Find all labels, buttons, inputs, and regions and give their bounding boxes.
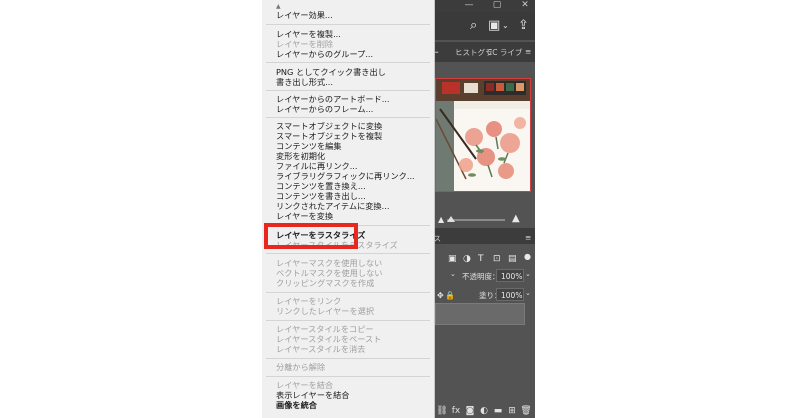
trash-icon[interactable]: 🗑 xyxy=(519,406,533,416)
adjustment-layer-icon[interactable]: ◐ xyxy=(477,406,491,416)
layers-bottom-toolbar: ⛓ fx ◙ ◐ ▬ ⊞ 🗑 xyxy=(435,398,535,416)
add-style-icon[interactable]: fx xyxy=(449,406,463,416)
menu-separator xyxy=(266,376,430,377)
filter-smart-object-icon[interactable]: ▤ xyxy=(508,253,517,266)
filter-toggle-icon[interactable]: ● xyxy=(524,250,531,263)
menu-separator xyxy=(266,358,430,359)
maximize-icon[interactable]: ▢ xyxy=(490,0,504,10)
share-icon[interactable]: ⇪ xyxy=(518,19,529,32)
menu-separator xyxy=(266,62,430,63)
opacity-label: 不透明度： xyxy=(462,272,500,281)
filter-type-icon[interactable]: T xyxy=(478,253,484,266)
zoom-slider-track[interactable] xyxy=(447,219,505,221)
link-layers-icon[interactable]: ⛓ xyxy=(435,406,449,416)
new-layer-icon[interactable]: ⊞ xyxy=(505,406,519,416)
layer-context-menu: ▲ レイヤー効果... レイヤーを複製... レイヤーを削除 レイヤーからのグル… xyxy=(262,0,435,418)
menu-item-group-from-layers[interactable]: レイヤーからのグループ... xyxy=(276,49,373,60)
menu-separator xyxy=(266,90,430,91)
layers-panel-header xyxy=(435,228,535,244)
zoom-slider-thumb[interactable] xyxy=(447,216,455,222)
menu-item-clear-layer-style[interactable]: レイヤースタイルを消去 xyxy=(276,344,365,355)
menu-separator xyxy=(266,117,430,118)
menu-separator xyxy=(266,320,430,321)
lock-position-icon[interactable]: ✥ xyxy=(437,289,444,302)
watercolor-flowers-image xyxy=(436,79,530,191)
add-mask-icon[interactable]: ◙ xyxy=(463,406,477,416)
menu-separator xyxy=(266,24,430,25)
panel-menu-icon[interactable]: ≡ xyxy=(525,47,531,56)
new-group-icon[interactable]: ▬ xyxy=(491,406,505,416)
close-icon[interactable]: ✕ xyxy=(518,0,532,10)
menu-scroll-up-icon[interactable]: ▲ xyxy=(276,3,281,10)
workspace-icon[interactable]: ▣ xyxy=(488,19,500,32)
menu-item-create-clipping-mask[interactable]: クリッピングマスクを作成 xyxy=(276,278,374,289)
menu-item-convert-layer[interactable]: レイヤーを変換 xyxy=(276,211,333,222)
filter-adjustment-icon[interactable]: ◑ xyxy=(463,253,471,266)
menu-item-select-linked-layers[interactable]: リンクしたレイヤーを選択 xyxy=(276,306,374,317)
opacity-field[interactable]: 100% xyxy=(496,269,524,282)
highlight-annotation-box xyxy=(264,223,358,249)
menu-item-export-as[interactable]: 書き出し形式... xyxy=(276,77,333,88)
fill-field[interactable]: 100% xyxy=(496,288,524,301)
filter-shape-icon[interactable]: ⊡ xyxy=(493,253,501,266)
layer-row[interactable] xyxy=(435,303,525,325)
layers-panel-menu-icon[interactable]: ≡ xyxy=(525,233,531,242)
fill-chevron-icon[interactable]: ⌄ xyxy=(525,289,531,297)
menu-separator xyxy=(266,253,430,254)
menu-item-flatten-image[interactable]: 画像を統合 xyxy=(276,400,317,411)
minimize-icon[interactable]: — xyxy=(462,0,476,10)
zoom-out-icon[interactable]: ▲ xyxy=(438,213,444,226)
filter-image-icon[interactable]: ▣ xyxy=(448,253,457,266)
opacity-chevron-icon[interactable]: ⌄ xyxy=(525,270,531,278)
zoom-in-icon[interactable]: ▲ xyxy=(512,212,520,225)
blend-mode-chevron-icon[interactable]: ⌄ xyxy=(450,270,456,278)
navigator-preview[interactable] xyxy=(435,78,531,192)
menu-item-layer-effects[interactable]: レイヤー効果... xyxy=(276,10,333,21)
menu-item-release-from-isolation[interactable]: 分離から解除 xyxy=(276,362,325,373)
menu-separator xyxy=(266,292,430,293)
tab-cc-libraries[interactable]: CC ライブ xyxy=(487,47,522,58)
search-icon[interactable]: ⌕ xyxy=(470,19,477,32)
lock-all-icon[interactable]: 🔒 xyxy=(445,289,455,302)
chevron-down-icon[interactable]: ⌄ xyxy=(502,19,509,32)
menu-item-frame-from-layers[interactable]: レイヤーからのフレーム... xyxy=(276,104,373,115)
